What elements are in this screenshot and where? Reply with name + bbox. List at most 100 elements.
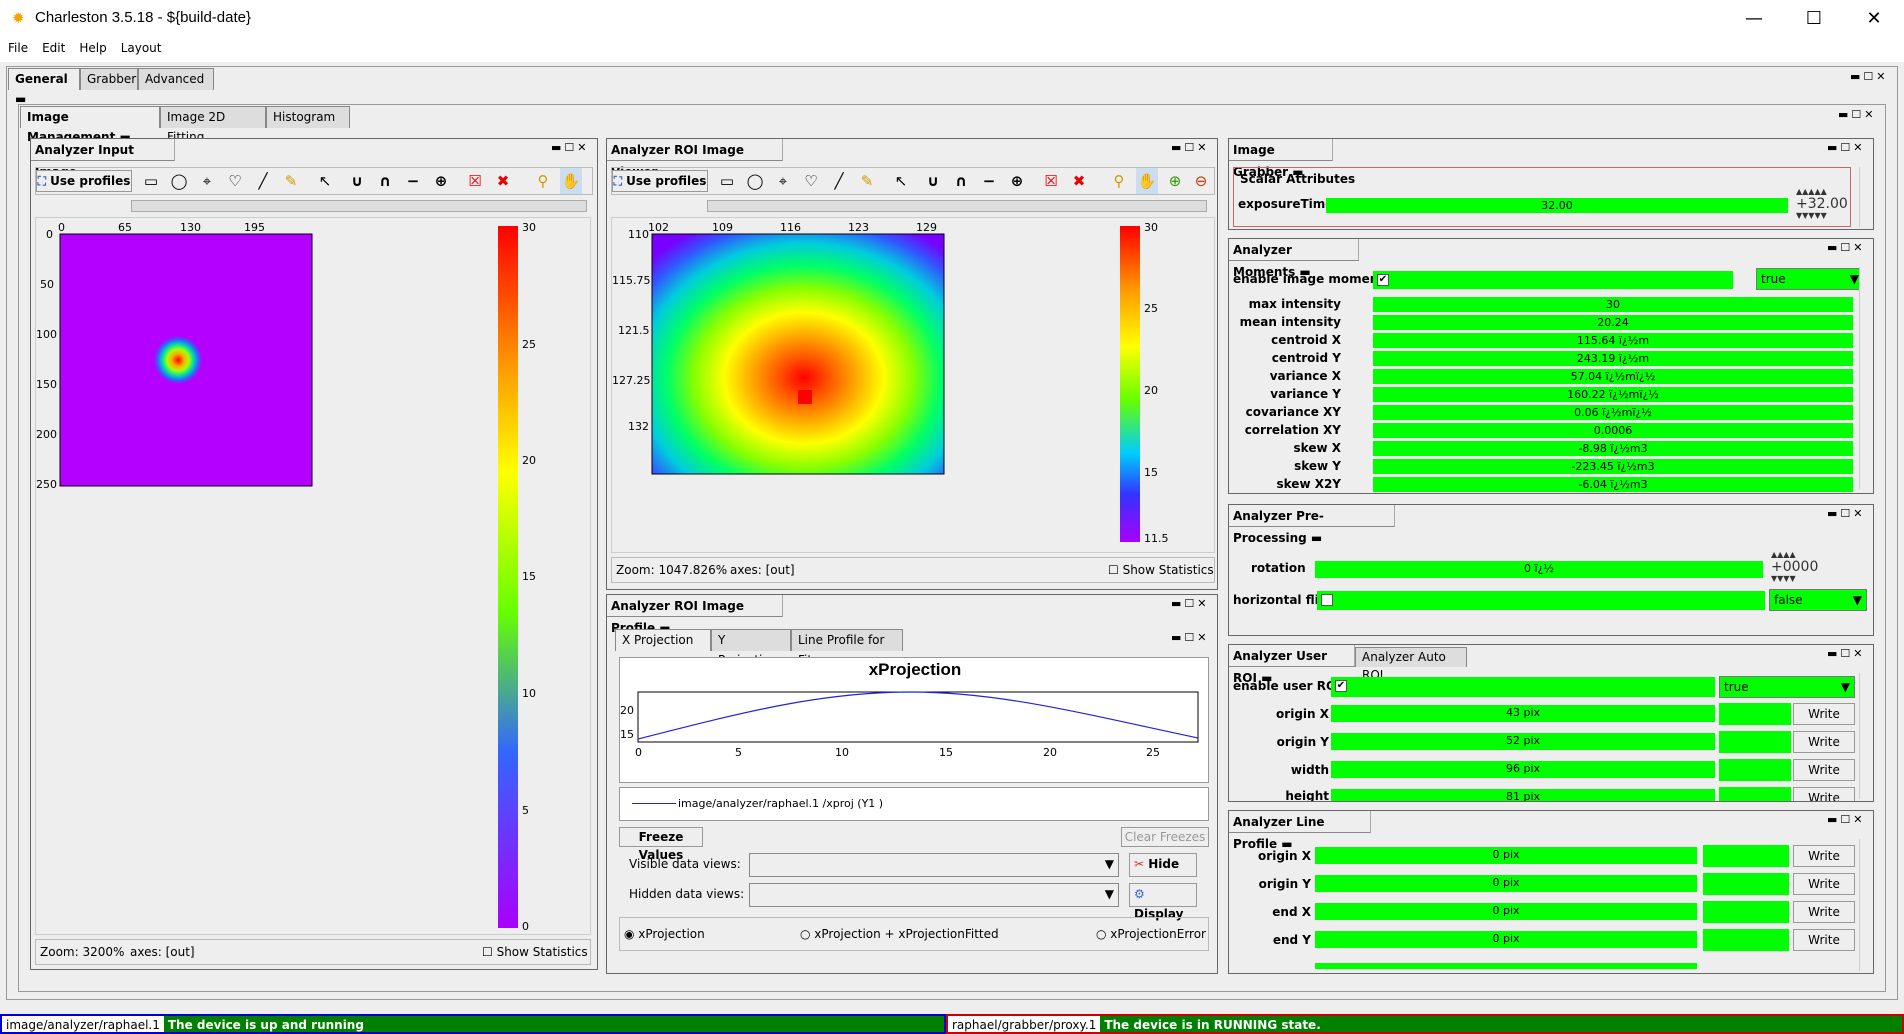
menu-file[interactable]: File	[0, 38, 34, 55]
menu-help[interactable]: Help	[71, 38, 112, 55]
lp-input[interactable]	[1703, 873, 1789, 895]
subtract-icon[interactable]: −	[978, 168, 1000, 194]
show-statistics-checkbox[interactable]: ☐ Show Statistics	[1108, 563, 1214, 577]
tab-histogram[interactable]: Histogram	[266, 106, 350, 128]
horizontal-scrollbar[interactable]	[707, 200, 1207, 212]
pointer-icon[interactable]: ↖	[314, 168, 336, 194]
horizontal-scrollbar[interactable]	[131, 200, 587, 212]
enable-moments-select[interactable]: true ▼	[1756, 268, 1864, 290]
roi-input[interactable]	[1719, 703, 1791, 725]
visible-views-select[interactable]: ▼	[749, 853, 1119, 877]
freeze-values-button[interactable]: Freeze Values	[619, 827, 703, 862]
delete-roi-icon[interactable]: ☒	[1040, 168, 1062, 194]
delete-all-icon[interactable]: ✖	[492, 168, 514, 194]
ellipse-icon[interactable]: ◯	[744, 168, 766, 194]
line-icon[interactable]: ╱	[828, 168, 850, 194]
maximize-button[interactable]: ☐	[1785, 4, 1843, 34]
radio-xprojection[interactable]: ◉ xProjection	[624, 927, 705, 941]
delete-roi-icon[interactable]: ☒	[464, 168, 486, 194]
use-profiles-button[interactable]: ⛶ Use profiles	[36, 170, 132, 192]
hand-icon[interactable]: ✋	[1136, 168, 1158, 194]
write-button[interactable]: Write	[1793, 759, 1855, 781]
write-button[interactable]: Write	[1793, 845, 1855, 867]
tab-image-2d-fitting[interactable]: Image 2D Fitting	[160, 106, 266, 144]
write-button[interactable]: Write	[1793, 873, 1855, 895]
roi-image-canvas[interactable]	[612, 218, 1216, 554]
polygon-icon[interactable]: ⌖	[772, 168, 794, 194]
enable-roi-checkbox[interactable]: ✔	[1331, 677, 1715, 697]
main-window-controls[interactable]: ▬☐✕	[1850, 70, 1888, 83]
hand-icon[interactable]: ✋	[560, 168, 582, 194]
exposure-spinner[interactable]: ▲▲▲▲▲ +32.00 ▼▼▼▼▼	[1796, 186, 1848, 222]
display-button[interactable]: ⚙ Display	[1129, 883, 1197, 921]
delete-all-icon[interactable]: ✖	[1068, 168, 1090, 194]
panel-controls[interactable]: ▬☐✕	[1827, 813, 1865, 826]
union-icon[interactable]: ∪	[346, 168, 368, 194]
intersection-icon[interactable]: ∩	[374, 168, 396, 194]
tab-x-projection[interactable]: X Projection ▬	[615, 629, 711, 667]
hflip-select[interactable]: false ▼	[1769, 589, 1867, 611]
panel-controls[interactable]: ▬☐✕	[1827, 141, 1865, 154]
write-button[interactable]: Write	[1793, 703, 1855, 725]
line-icon[interactable]: ╱	[252, 168, 274, 194]
tab-general[interactable]: General ▬	[8, 68, 80, 106]
menu-layout[interactable]: Layout	[113, 38, 168, 55]
minimize-button[interactable]: —	[1725, 4, 1783, 34]
lp-input[interactable]	[1703, 845, 1789, 867]
roi-input[interactable]	[1719, 787, 1791, 801]
enable-roi-select[interactable]: true ▼	[1719, 676, 1855, 698]
enable-moments-checkbox[interactable]: ✔	[1373, 271, 1733, 289]
input-image-canvas[interactable]	[36, 218, 592, 936]
add-icon[interactable]: ⊕	[1006, 168, 1028, 194]
menu-edit[interactable]: Edit	[34, 38, 71, 55]
vertical-scrollbar[interactable]	[1859, 673, 1871, 799]
rectangle-icon[interactable]: ▭	[716, 168, 738, 194]
tab-advanced[interactable]: Advanced	[138, 68, 214, 90]
tab-grabber[interactable]: Grabber	[80, 68, 138, 90]
tab-y-projection[interactable]: Y Projection	[711, 629, 791, 667]
ellipse-icon[interactable]: ◯	[168, 168, 190, 194]
subtract-icon[interactable]: −	[402, 168, 424, 194]
tab-controls[interactable]: ▬☐✕	[1171, 631, 1209, 644]
lp-input[interactable]	[1703, 901, 1789, 923]
vertical-scrollbar[interactable]	[1859, 839, 1871, 971]
sub-window-controls[interactable]: ▬☐✕	[1838, 108, 1876, 121]
pointer-icon[interactable]: ↖	[890, 168, 912, 194]
radio-xprojection-fitted[interactable]: ○ xProjection + xProjectionFitted	[800, 927, 999, 941]
close-button[interactable]: ✕	[1845, 4, 1903, 34]
vertical-scrollbar[interactable]	[1859, 167, 1871, 227]
radio-xprojection-error[interactable]: ○ xProjectionError	[1096, 927, 1206, 941]
wand-icon[interactable]: ✎	[856, 168, 878, 194]
roi-image-area[interactable]	[651, 233, 945, 475]
clear-freezes-button[interactable]: Clear Freezes	[1121, 827, 1209, 847]
lp-input[interactable]	[1703, 929, 1789, 951]
vertical-scrollbar[interactable]	[1859, 267, 1871, 489]
panel-controls[interactable]: ▬☐✕	[1827, 647, 1865, 660]
tab-user-roi[interactable]: Analyzer User ROI ▬	[1229, 645, 1355, 685]
wand-icon[interactable]: ✎	[280, 168, 302, 194]
zoom-icon[interactable]: ⚲	[532, 168, 554, 194]
polygon-icon[interactable]: ⌖	[196, 168, 218, 194]
zoom-out-icon[interactable]: ⊖	[1190, 168, 1212, 194]
freehand-icon[interactable]: ♡	[800, 168, 822, 194]
intersection-icon[interactable]: ∩	[950, 168, 972, 194]
zoom-icon[interactable]: ⚲	[1108, 168, 1130, 194]
zoom-in-icon[interactable]: ⊕	[1164, 168, 1186, 194]
write-button[interactable]: Write	[1793, 901, 1855, 923]
panel-controls[interactable]: ▬☐✕	[1171, 597, 1209, 610]
tab-image-management[interactable]: Image Management ▬	[20, 106, 160, 144]
write-button[interactable]: Write	[1793, 787, 1855, 801]
add-icon[interactable]: ⊕	[430, 168, 452, 194]
rotation-spinner[interactable]: ▲▲▲▲ +0000 ▼▼▼▼	[1771, 549, 1818, 585]
roi-input[interactable]	[1719, 731, 1791, 753]
tab-line-profile[interactable]: Line Profile for Fit	[791, 629, 903, 667]
union-icon[interactable]: ∪	[922, 168, 944, 194]
panel-controls[interactable]: ▬☐✕	[1827, 507, 1865, 520]
write-button[interactable]: Write	[1793, 731, 1855, 753]
hidden-views-select[interactable]: ▼	[749, 883, 1119, 907]
hide-button[interactable]: ✂ Hide	[1129, 853, 1197, 877]
show-statistics-checkbox[interactable]: ☐ Show Statistics	[482, 945, 588, 959]
hflip-checkbox[interactable]	[1317, 591, 1765, 610]
use-profiles-button[interactable]: ⛶ Use profiles	[612, 170, 708, 192]
roi-input[interactable]	[1719, 759, 1791, 781]
